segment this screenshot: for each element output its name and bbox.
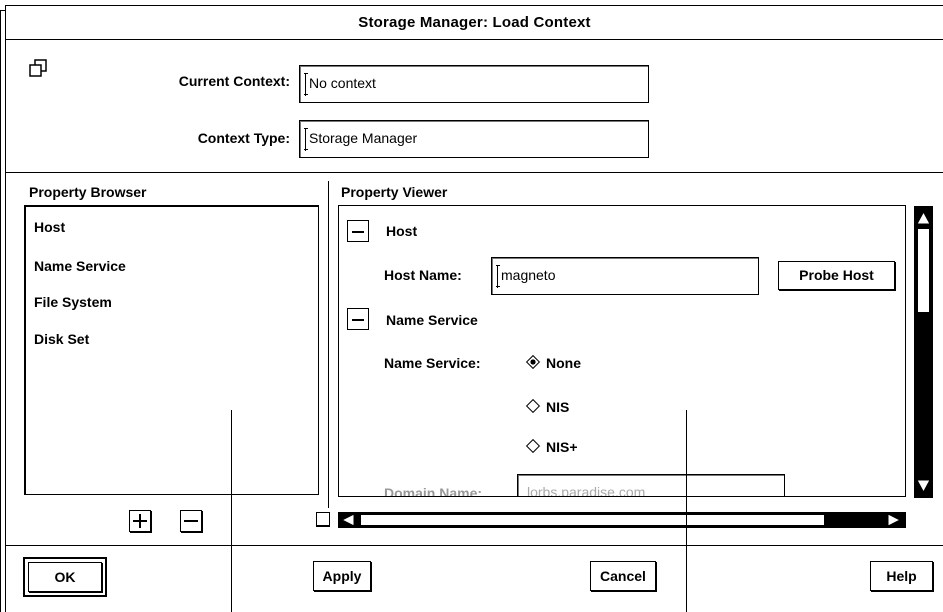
browser-item-disk-set[interactable]: Disk Set [34, 331, 89, 347]
title-bar[interactable]: Storage Manager: Load Context [6, 6, 943, 40]
remove-property-button[interactable] [180, 510, 202, 532]
ns-option-none[interactable]: None [525, 354, 581, 371]
footer-separator [6, 545, 943, 546]
add-property-button[interactable] [129, 510, 151, 532]
ns-option-nis-plus[interactable]: NIS+ [525, 438, 578, 455]
context-type-value: Storage Manager [309, 130, 418, 146]
browser-item-file-system[interactable]: File System [34, 294, 112, 310]
window-shadow-left [0, 10, 1, 612]
property-browser-title: Property Browser [29, 184, 147, 200]
context-type-label: Context Type: [197, 130, 290, 146]
browser-item-name-service[interactable]: Name Service [34, 258, 126, 274]
text-caret [304, 73, 308, 96]
domain-name-value: lorbs.paradise.com [527, 484, 646, 497]
window-title: Storage Manager: Load Context [358, 14, 591, 31]
current-context-value: No context [309, 75, 376, 91]
property-browser-list[interactable]: Host Name Service File System Disk Set [24, 205, 319, 495]
text-caret [304, 128, 308, 151]
property-viewer-pane[interactable]: Host Host Name: magneto Probe Host Name … [338, 205, 906, 497]
radio-icon [525, 398, 541, 414]
minus-icon [184, 520, 198, 522]
host-section-title: Host [386, 223, 418, 239]
load-context-window: Storage Manager: Load Context Current Co… [0, 0, 943, 612]
ns-option-nis-label: NIS [546, 399, 570, 415]
vertical-scroll-thumb[interactable] [917, 228, 930, 313]
context-type-field[interactable]: Storage Manager [299, 120, 649, 158]
name-service-section-title: Name Service [386, 312, 478, 328]
domain-name-label: Domain Name: [384, 485, 483, 497]
ns-option-none-label: None [546, 355, 581, 371]
current-context-label: Current Context: [178, 73, 290, 89]
window-menu-icon[interactable] [29, 58, 49, 80]
callout-line-viewer [686, 410, 687, 612]
viewer-vertical-scrollbar[interactable] [914, 206, 933, 498]
window-border-left [5, 5, 6, 612]
context-separator [6, 172, 943, 173]
ns-option-nis-plus-label: NIS+ [546, 439, 578, 455]
name-service-label: Name Service: [384, 355, 481, 371]
property-viewer-title: Property Viewer [341, 184, 448, 200]
splitter-handle[interactable] [316, 512, 330, 526]
scroll-down-arrow-icon[interactable] [916, 479, 931, 496]
domain-name-field[interactable]: lorbs.paradise.com [517, 474, 785, 497]
host-name-value: magneto [501, 267, 556, 283]
host-name-field[interactable]: magneto [491, 257, 759, 295]
text-caret [496, 265, 500, 288]
ok-button[interactable]: OK [23, 557, 107, 597]
collapse-name-service-button[interactable] [347, 308, 369, 330]
scroll-up-arrow-icon[interactable] [916, 210, 931, 228]
radio-icon [525, 438, 541, 454]
ns-option-nis[interactable]: NIS [525, 398, 570, 415]
scroll-left-arrow-icon[interactable] [340, 513, 355, 530]
plus-icon [133, 514, 147, 528]
help-button[interactable]: Help [870, 561, 933, 591]
probe-host-button[interactable]: Probe Host [778, 261, 895, 290]
callout-line-browser [231, 410, 232, 612]
apply-button[interactable]: Apply [313, 561, 371, 591]
splitter-handle-base [316, 526, 330, 527]
radio-selected-icon [525, 354, 541, 370]
browser-item-host[interactable]: Host [34, 219, 65, 235]
horizontal-scroll-thumb[interactable] [360, 514, 825, 526]
viewer-horizontal-scrollbar[interactable] [338, 512, 906, 528]
pane-splitter[interactable] [328, 181, 329, 508]
scroll-right-arrow-icon[interactable] [887, 513, 902, 530]
current-context-field[interactable]: No context [299, 65, 649, 103]
host-name-label: Host Name: [384, 267, 462, 283]
collapse-host-button[interactable] [347, 220, 369, 242]
cancel-button[interactable]: Cancel [590, 561, 656, 591]
